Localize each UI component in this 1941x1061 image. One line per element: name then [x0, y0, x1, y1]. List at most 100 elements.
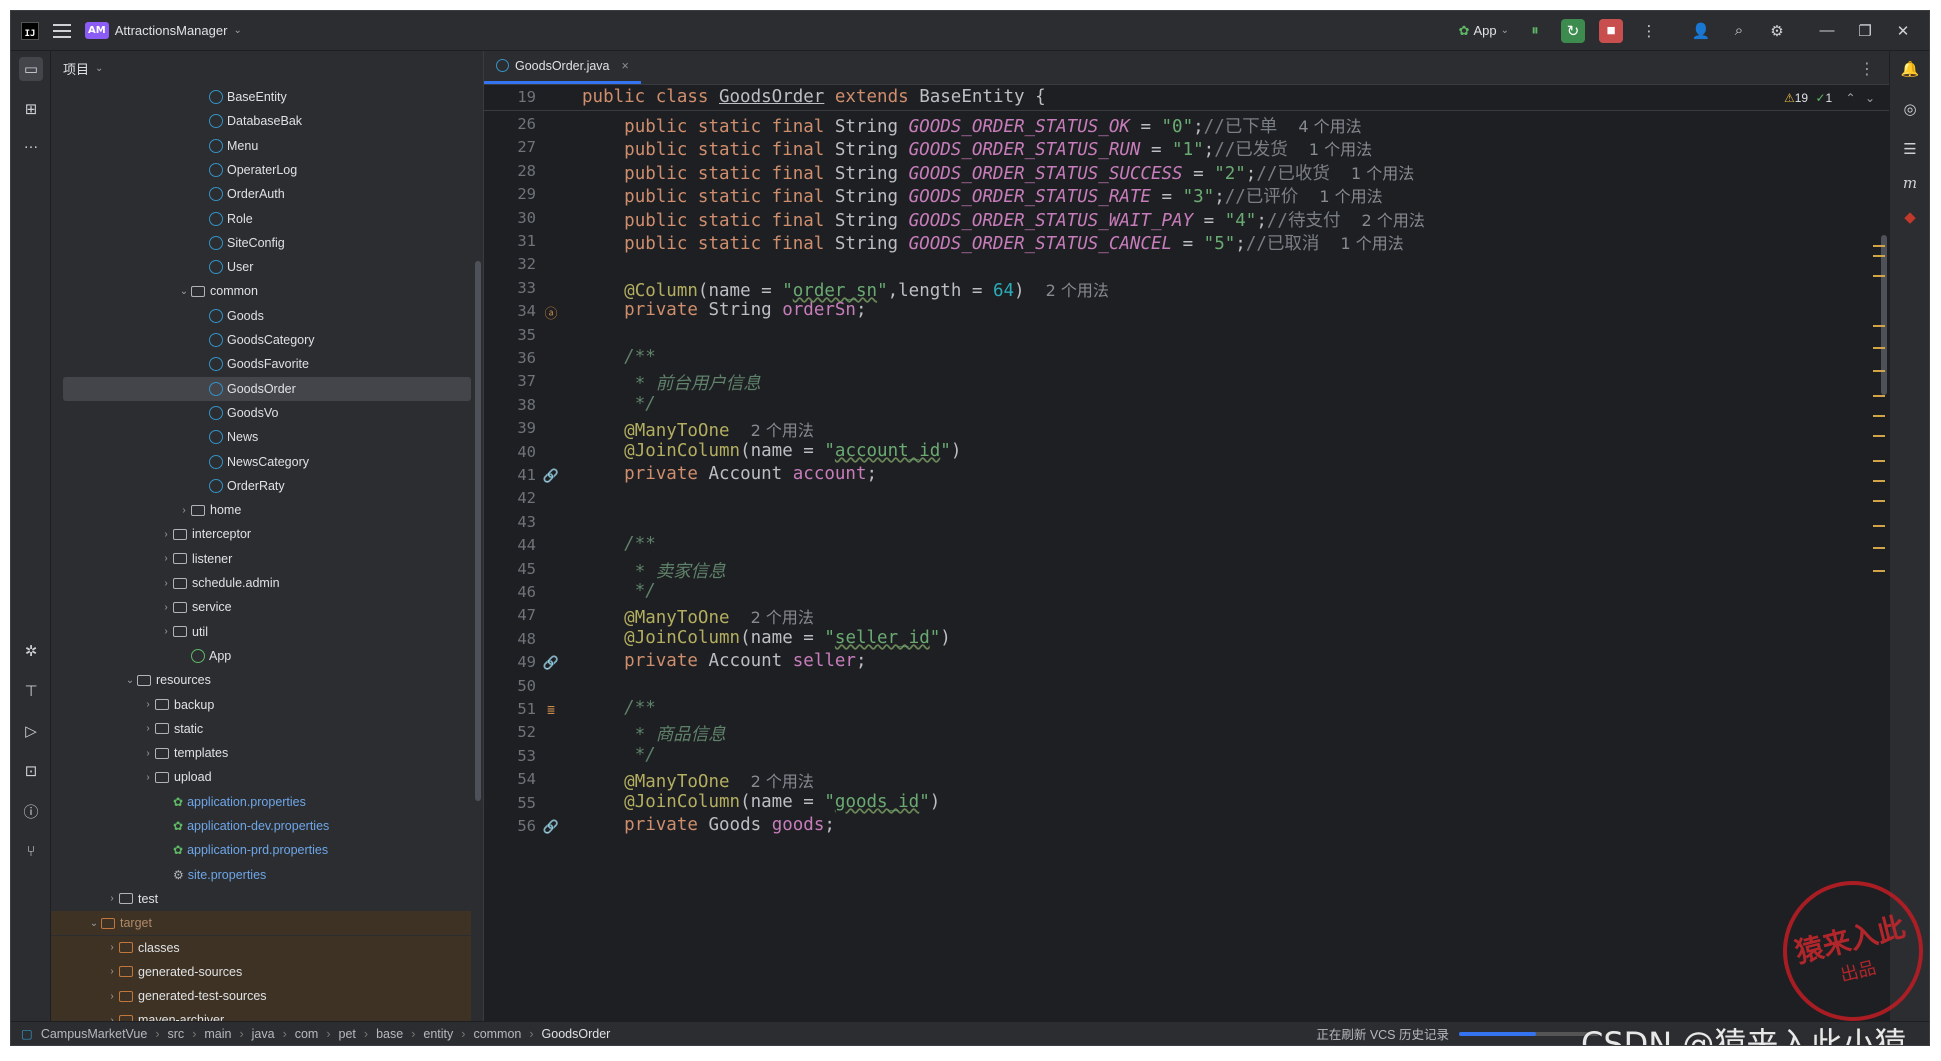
tree-item[interactable]: › upload	[51, 765, 471, 789]
main-menu-icon[interactable]	[53, 23, 71, 38]
tree-item[interactable]: › maven-archiver	[51, 1008, 471, 1021]
chevron-down-icon[interactable]: ⌄	[177, 286, 191, 297]
tree-item[interactable]: ⌄ common	[51, 279, 471, 303]
warning-stripe-mark[interactable]	[1873, 255, 1885, 257]
search-icon[interactable]: ⌕	[1727, 19, 1751, 43]
notifications-bell-icon[interactable]: 🔔	[1898, 57, 1922, 81]
tree-item[interactable]: NewsCategory	[51, 450, 471, 474]
tree-item[interactable]: › static	[51, 717, 471, 741]
tree-item[interactable]: ✿ application.properties	[51, 790, 471, 814]
tree-item[interactable]: › schedule.admin	[51, 571, 471, 595]
chevron-right-icon[interactable]: ›	[105, 942, 119, 953]
warning-stripe-mark[interactable]	[1873, 547, 1885, 549]
tree-item[interactable]: GoodsFavorite	[51, 352, 471, 376]
breadcrumb-item[interactable]: pet	[339, 1027, 356, 1041]
tree-item[interactable]: › home	[51, 498, 471, 522]
tree-item[interactable]: Role	[51, 207, 471, 231]
chevron-right-icon[interactable]: ›	[141, 772, 155, 783]
code-editor[interactable]: 19 public class GoodsOrder extends BaseE…	[484, 85, 1889, 1021]
structure-icon[interactable]: ⊞	[19, 97, 43, 121]
minimize-button[interactable]: —	[1815, 19, 1839, 43]
debug-pause-icon[interactable]: ⏸	[1523, 19, 1547, 43]
chevron-down-icon[interactable]: ⌄	[87, 918, 101, 929]
tree-item[interactable]: › service	[51, 595, 471, 619]
tree-scrollbar[interactable]	[475, 261, 481, 801]
tree-item[interactable]: › backup	[51, 693, 471, 717]
terminal-icon[interactable]: ⊡	[19, 759, 43, 783]
chevron-right-icon[interactable]: ›	[159, 602, 173, 613]
breadcrumb-item[interactable]: GoodsOrder	[542, 1027, 611, 1041]
git-icon[interactable]: ⑂	[19, 839, 43, 863]
tab-options-icon[interactable]: ⋮	[1859, 59, 1875, 79]
tree-item[interactable]: OrderRaty	[51, 474, 471, 498]
tree-item[interactable]: ⚙ site.properties	[51, 863, 471, 887]
chevron-right-icon[interactable]: ›	[141, 723, 155, 734]
tree-item[interactable]: ⌄ resources	[51, 668, 471, 692]
chevron-right-icon[interactable]: ›	[105, 893, 119, 904]
tree-item[interactable]: ⌄ target	[51, 911, 471, 936]
tree-item[interactable]: GoodsVo	[51, 401, 471, 425]
breadcrumb-item[interactable]: common	[473, 1027, 521, 1041]
warning-stripe-mark[interactable]	[1873, 325, 1885, 327]
chevron-right-icon[interactable]: ›	[177, 505, 191, 516]
breadcrumb-item[interactable]: base	[376, 1027, 403, 1041]
add-user-icon[interactable]: 👤	[1689, 19, 1713, 43]
warning-stripe-mark[interactable]	[1873, 370, 1885, 372]
warning-stripe-mark[interactable]	[1873, 415, 1885, 417]
breadcrumb-item[interactable]: src	[168, 1027, 185, 1041]
prev-highlight-icon[interactable]: ⌃	[1846, 91, 1856, 105]
tree-item[interactable]: › templates	[51, 741, 471, 765]
breadcrumb-item[interactable]: entity	[423, 1027, 453, 1041]
tree-item[interactable]: ✿ application-prd.properties	[51, 838, 471, 862]
warning-stripe-mark[interactable]	[1873, 347, 1885, 349]
tree-item[interactable]: › listener	[51, 547, 471, 571]
tree-item[interactable]: App	[51, 644, 471, 668]
gutter-icon[interactable]: ≣	[542, 701, 560, 719]
problems-icon[interactable]: ⓘ	[19, 799, 43, 823]
tree-item[interactable]: GoodsOrder	[63, 376, 471, 401]
gutter-icon[interactable]: 🔗	[542, 818, 560, 836]
tree-item[interactable]: ✿ application-dev.properties	[51, 814, 471, 838]
breadcrumb-item[interactable]: java	[252, 1027, 275, 1041]
tree-item[interactable]: OperaterLog	[51, 158, 471, 182]
chevron-right-icon[interactable]: ›	[159, 529, 173, 540]
next-highlight-icon[interactable]: ⌄	[1865, 91, 1875, 105]
warning-stripe-mark[interactable]	[1873, 500, 1885, 502]
more-actions-icon[interactable]: ⋮	[1637, 19, 1661, 43]
tree-item[interactable]: › generated-test-sources	[51, 984, 471, 1009]
rerun-button[interactable]: ↻	[1561, 18, 1585, 43]
warning-stripe-mark[interactable]	[1873, 480, 1885, 482]
tree-item[interactable]: SiteConfig	[51, 231, 471, 255]
maximize-button[interactable]: ❐	[1853, 19, 1877, 43]
warning-stripe-mark[interactable]	[1873, 525, 1885, 527]
run-config-selector[interactable]: ✿ App ⌄	[1459, 23, 1509, 39]
settings-gear-icon[interactable]: ⚙	[1765, 19, 1789, 43]
chevron-right-icon[interactable]: ›	[141, 699, 155, 710]
warning-stripe-mark[interactable]	[1873, 245, 1885, 247]
gutter-icon[interactable]: ⓐ	[542, 303, 560, 322]
tree-item[interactable]: Goods	[51, 304, 471, 328]
chevron-down-icon[interactable]: ⌄	[123, 675, 137, 686]
close-window-button[interactable]: ✕	[1891, 19, 1915, 43]
breadcrumb-item[interactable]: com	[295, 1027, 319, 1041]
tree-item[interactable]: › classes	[51, 935, 471, 960]
chevron-right-icon[interactable]: ›	[159, 553, 173, 564]
chevron-right-icon[interactable]: ›	[105, 991, 119, 1002]
warning-stripe-mark[interactable]	[1873, 435, 1885, 437]
project-folder-icon[interactable]: ▭	[19, 57, 43, 81]
gutter-icon[interactable]: 🔗	[542, 467, 560, 485]
chevron-right-icon[interactable]: ›	[105, 966, 119, 977]
build-hammer-icon[interactable]: ⊤	[19, 679, 43, 703]
warning-stripe-mark[interactable]	[1873, 395, 1885, 397]
tree-item[interactable]: User	[51, 255, 471, 279]
tree-item[interactable]: › generated-sources	[51, 959, 471, 984]
ai-assistant-icon[interactable]: ◎	[1898, 97, 1922, 121]
project-panel-header[interactable]: 项目 ⌄	[51, 51, 483, 85]
tree-item[interactable]: OrderAuth	[51, 182, 471, 206]
project-switcher[interactable]: AM AttractionsManager ⌄	[85, 22, 242, 39]
close-tab-icon[interactable]: ×	[622, 59, 629, 73]
maven-icon[interactable]: m	[1898, 171, 1922, 195]
chevron-right-icon[interactable]: ›	[159, 626, 173, 637]
chevron-right-icon[interactable]: ›	[141, 748, 155, 759]
stop-button[interactable]: ■	[1599, 18, 1623, 43]
